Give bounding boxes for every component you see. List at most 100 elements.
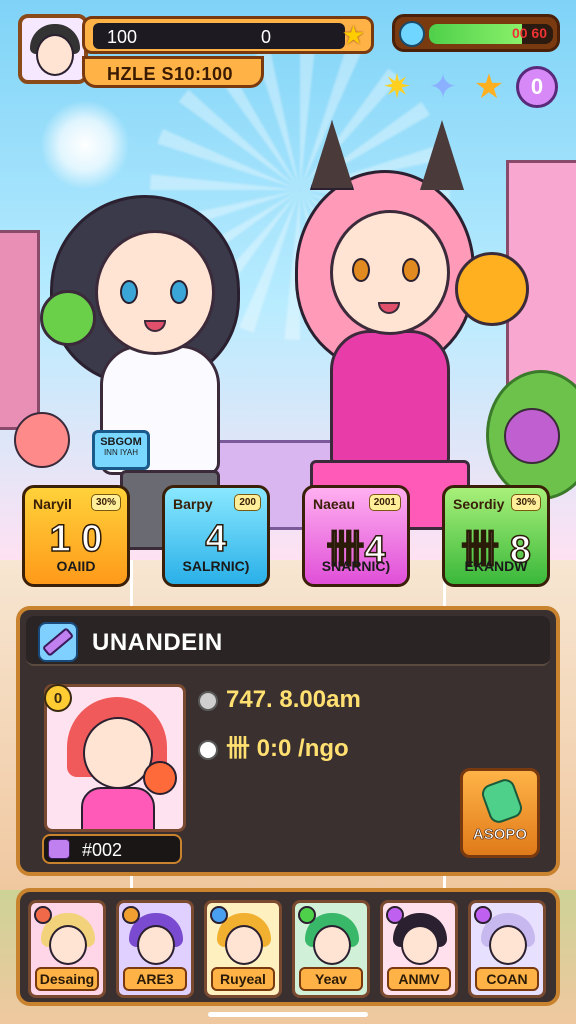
roster-face <box>489 925 527 965</box>
stat-card-name: Seordiy <box>453 496 505 512</box>
roster-slot[interactable]: Yeav <box>292 900 370 998</box>
stat-card-percent: 30% <box>90 494 121 511</box>
info-time: 747. 8.00am <box>226 686 361 713</box>
element-icon <box>298 906 316 924</box>
face <box>330 210 450 335</box>
player-top-bar: 100 0 ★ HZLE S10:100 <box>18 12 376 90</box>
diamond-sparkle-icon[interactable]: ✦ <box>422 66 464 108</box>
stat-card-percent: 2001 <box>368 494 401 511</box>
stat-card-percent: 30% <box>510 494 541 511</box>
resource-left-value: 100 <box>107 27 138 47</box>
roster-face <box>225 925 263 965</box>
stat-card[interactable]: Seordiy 30% 卌 8 EKANDW <box>442 485 550 587</box>
cat-ear-right <box>420 120 464 190</box>
roster-label: COAN <box>475 967 539 991</box>
roster-label: Ruyeal <box>211 967 275 991</box>
roster-label: ARE3 <box>123 967 187 991</box>
eye-left <box>120 280 138 304</box>
energy-track: 00 60 <box>429 24 553 44</box>
stat-card-name: Naeau <box>313 496 356 512</box>
stat-card-percent: 200 <box>234 494 261 511</box>
gold-star-icon[interactable]: ★ <box>468 66 510 108</box>
element-icon <box>474 906 492 924</box>
element-icon <box>122 906 140 924</box>
sparkle-star-icon[interactable]: ✷ <box>376 66 418 108</box>
bubble-line-1: SBGOM <box>100 436 142 448</box>
card-character-outfit <box>81 787 155 829</box>
energy-text: 00 60 <box>511 25 547 41</box>
player-sub-label: HZLE S10:100 <box>107 64 234 84</box>
action-button-label: ASOPO <box>472 826 528 844</box>
building-left <box>0 230 40 430</box>
star-icon[interactable]: ★ <box>342 21 365 49</box>
element-icon <box>34 906 52 924</box>
roster-label: ANMV <box>387 967 451 991</box>
panel-title: UNANDEIN <box>92 629 223 656</box>
stat-card[interactable]: Barpy 200 4 SALRNIC) <box>162 485 270 587</box>
mini-character-left[interactable] <box>14 412 70 468</box>
pencil-icon[interactable] <box>38 622 78 662</box>
stat-card-sub: SALRNIC) <box>182 558 250 574</box>
character-panel: UNANDEIN 0 #002 747. 8.00am 卌 0:0 /ngo A… <box>16 606 560 876</box>
player-sub-bar: HZLE S10:100 <box>82 56 264 88</box>
card-character-ball <box>143 761 177 795</box>
roster-slot[interactable]: COAN <box>468 900 546 998</box>
resource-bar-inner: 100 0 <box>93 23 345 49</box>
speech-bubble: SBGOM INN IYAH <box>92 430 150 470</box>
pencil-small-icon <box>48 839 70 859</box>
character-roster: Desaing ARE3 Ruyeal Yeav ANMV COAN <box>16 888 560 1006</box>
stat-card-value: 1 0 <box>49 517 103 561</box>
home-indicator[interactable] <box>208 1012 368 1017</box>
quick-icons: ✷ ✦ ★ 0 <box>376 66 562 116</box>
stat-card-sub: SNARNIC) <box>321 558 391 574</box>
currency-badge[interactable]: 0 <box>516 66 558 108</box>
energy-fill <box>429 24 522 44</box>
bubble-line-2: INN IYAH <box>103 448 139 457</box>
element-icon <box>386 906 404 924</box>
roster-face <box>49 925 87 965</box>
cat-ear-left <box>310 120 354 190</box>
resource-right-value: 0 <box>261 27 272 47</box>
mini-character-right[interactable] <box>504 408 560 464</box>
avatar-face <box>36 34 74 76</box>
info-rate: 卌 0:0 /ngo <box>226 735 349 762</box>
roster-label: Desaing <box>35 967 99 991</box>
stat-card-value: 4 <box>205 517 228 561</box>
info-time-row: 747. 8.00am <box>198 686 361 714</box>
eye-left <box>352 258 370 282</box>
roster-face <box>137 925 175 965</box>
face <box>95 230 215 355</box>
info-rate-row: 卌 0:0 /ngo <box>198 728 349 763</box>
stat-card-name: Naryil <box>33 496 72 512</box>
eye-right <box>402 258 420 282</box>
stat-card[interactable]: Naryil 30% 1 0 OAIID <box>22 485 130 587</box>
card-id: #002 <box>82 840 123 860</box>
gem-icon <box>479 776 525 826</box>
player-avatar[interactable] <box>18 14 88 84</box>
resource-bar[interactable]: 100 0 ★ <box>82 16 374 54</box>
roster-face <box>313 925 351 965</box>
stat-card-name: Barpy <box>173 496 213 512</box>
action-button[interactable]: ASOPO <box>460 768 540 858</box>
orange-ball[interactable] <box>455 252 529 326</box>
roster-slot[interactable]: ANMV <box>380 900 458 998</box>
element-icon <box>210 906 228 924</box>
eye-right <box>170 280 188 304</box>
chat-bubble-icon <box>198 739 218 760</box>
panel-header: UNANDEIN <box>26 616 550 666</box>
energy-bar[interactable]: 00 60 <box>392 14 560 52</box>
vest <box>330 330 450 470</box>
stat-card-sub: EKANDW <box>464 558 528 574</box>
level-badge: 0 <box>44 684 72 712</box>
roster-label: Yeav <box>299 967 363 991</box>
green-ball[interactable] <box>40 290 96 346</box>
coin-stack-icon <box>198 690 218 711</box>
roster-slot[interactable]: ARE3 <box>116 900 194 998</box>
roster-face <box>401 925 439 965</box>
energy-crystal-icon <box>399 21 425 47</box>
roster-slot[interactable]: Desaing <box>28 900 106 998</box>
stat-card[interactable]: Naeau 2001 卌4 SNARNIC) <box>302 485 410 587</box>
card-id-bar: #002 <box>42 834 182 864</box>
stat-card-sub: OAIID <box>56 558 96 574</box>
roster-slot[interactable]: Ruyeal <box>204 900 282 998</box>
